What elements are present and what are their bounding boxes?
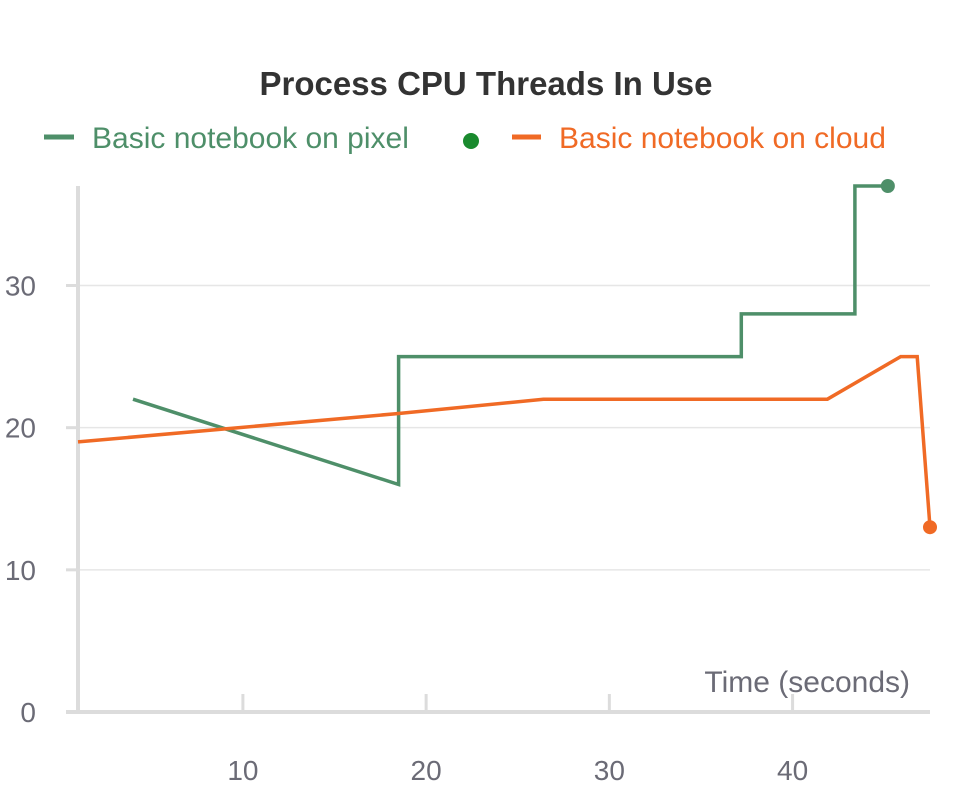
x-tick-label: 40 [777,755,808,785]
x-tick-label: 10 [227,755,258,785]
series-end-marker-1 [923,520,937,535]
y-tick-label: 30 [5,271,36,302]
chart-title: Process CPU Threads In Use [259,65,712,102]
x-axis-label: Time (seconds) [704,666,910,699]
line-chart: Process CPU Threads In Use Basic noteboo… [5,65,937,785]
grid-lines [78,284,930,571]
y-tick-label: 10 [5,555,36,586]
x-tick-label: 30 [594,755,625,785]
series-line-1[interactable] [77,354,932,528]
series-end-marker-0 [880,179,895,193]
chart: Process CPU Threads In Use Basic noteboo… [0,0,971,785]
x-tick-label: 20 [411,755,442,785]
y-tick-label: 20 [5,413,36,444]
series-line-0[interactable] [132,184,888,487]
legend-active-dot-icon [463,133,479,149]
legend-label-cloud[interactable]: Basic notebook on cloud [559,122,886,155]
series [77,179,937,535]
legend-label-pixel[interactable]: Basic notebook on pixel [92,122,409,155]
y-tick-label: 0 [20,697,36,728]
